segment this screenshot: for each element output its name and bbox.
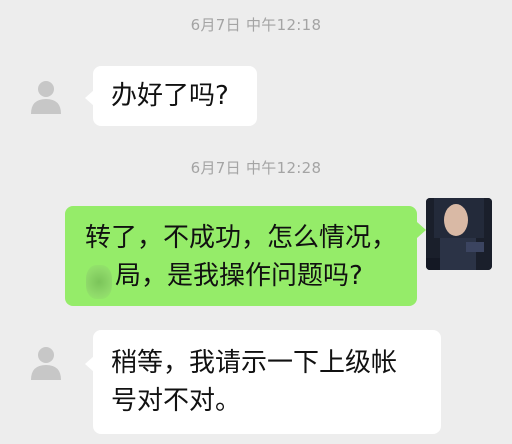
message-text: 转了，不成功，怎么情况， xyxy=(85,223,398,253)
user-avatar[interactable] xyxy=(426,198,492,270)
message-bubble-other[interactable]: 办好了吗? xyxy=(93,66,257,126)
message-text: 局，是我操作问题吗? xyxy=(115,261,363,291)
timestamp: 6月7日 中午12:18 xyxy=(190,16,322,34)
default-avatar-icon[interactable] xyxy=(26,342,66,382)
timestamp: 6月7日 中午12:28 xyxy=(190,159,322,177)
redacted-blur xyxy=(86,265,112,299)
default-avatar-icon[interactable] xyxy=(26,76,66,116)
message-bubble-other[interactable]: 稍等，我请示一下上级帐 号对不对。 xyxy=(93,330,441,434)
bubble-tail xyxy=(417,222,426,238)
message-text: 号对不对。 xyxy=(111,386,242,416)
message-bubble-self[interactable]: 转了，不成功，怎么情况， 局，是我操作问题吗? xyxy=(65,206,417,306)
message-text: 稍等，我请示一下上级帐 xyxy=(111,348,398,378)
blurred-photo-avatar-icon xyxy=(426,198,492,270)
message-text: 办好了吗? xyxy=(111,81,229,111)
